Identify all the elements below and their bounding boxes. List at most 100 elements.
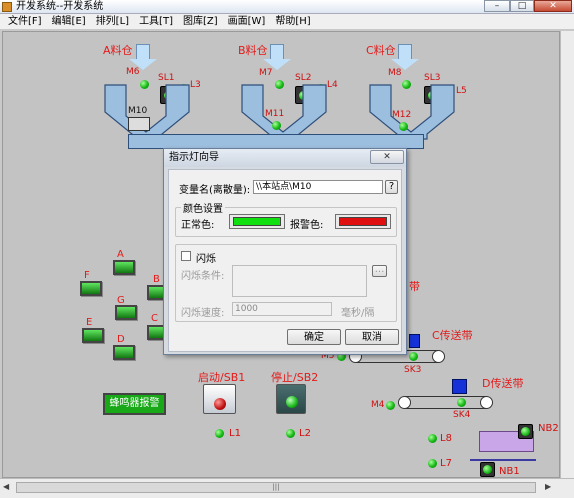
menu-bar: 文件[F] 编辑[E] 排列[L] 工具[T] 图库[Z] 画面[W] 帮助[H… <box>0 14 574 30</box>
lamp-a-label: A <box>117 249 124 260</box>
lamp-b-label: B <box>153 274 160 285</box>
stop-label: 停止/SB2 <box>271 371 319 384</box>
belt-d-top <box>405 396 487 397</box>
silo-a-lamp: L3 <box>190 80 201 90</box>
start-label: 启动/SB1 <box>198 371 246 384</box>
menu-screen[interactable]: 画面[W] <box>223 14 271 30</box>
blink-cond-input[interactable] <box>232 265 367 297</box>
silo-b-arrow-icon <box>270 44 284 60</box>
start-button[interactable] <box>203 384 236 414</box>
silo-c-sensor-label: SL3 <box>424 73 441 83</box>
minimize-button[interactable]: – <box>484 0 510 12</box>
lamp-f-label: F <box>84 270 90 281</box>
sk4-label: SK4 <box>453 410 471 420</box>
cancel-button[interactable]: 取消 <box>345 329 399 345</box>
dialog-close-button[interactable]: ✕ <box>370 150 404 164</box>
indicator-wizard-dialog: 指示灯向导 ✕ 变量名(离散量): \\本站点\M10 ? 颜色设置 正常色: … <box>163 148 407 355</box>
belt-d-item <box>452 379 467 394</box>
menu-gallery[interactable]: 图库[Z] <box>178 14 223 30</box>
blink-unit-label: 毫秒/隔 <box>341 308 375 319</box>
silo-b-lamp: L4 <box>327 80 338 90</box>
close-button[interactable]: ✕ <box>534 0 572 12</box>
sk4-led <box>457 398 466 407</box>
belt-d-motor-led <box>386 401 395 410</box>
silo-a-inner-motor: M10 <box>128 106 148 116</box>
silo-c-label: C料仓 <box>366 44 396 57</box>
scroll-left-icon[interactable]: ◀ <box>3 482 9 491</box>
collector-conveyor <box>128 134 424 149</box>
l8-led <box>428 434 437 443</box>
l7-label: L7 <box>440 458 452 469</box>
maximize-button[interactable]: □ <box>510 0 534 12</box>
stop-lamp: L2 <box>299 428 311 439</box>
stop-lamp-led <box>286 429 295 438</box>
normal-color-button[interactable] <box>229 214 285 229</box>
scroll-thumb[interactable]: ||| <box>16 482 536 493</box>
l8-label: L8 <box>440 433 452 444</box>
belt-c-item <box>409 334 420 348</box>
var-browse-button[interactable]: ? <box>385 180 398 194</box>
belt-c-bottom <box>356 362 439 363</box>
belt-d-bottom <box>405 408 487 409</box>
silo-a-label: A料仓 <box>103 44 133 57</box>
horizontal-scrollbar[interactable]: ◀ ||| ▶ <box>0 478 574 498</box>
color-group-label: 颜色设置 <box>181 200 225 215</box>
alarm-color-button[interactable] <box>335 214 391 229</box>
silo-c-hopper <box>369 84 455 140</box>
blink-checkbox[interactable] <box>181 251 191 261</box>
silo-c-inner-led <box>399 122 408 131</box>
sk3-led <box>409 352 418 361</box>
lamp-g[interactable] <box>115 305 137 320</box>
nb1-sensor[interactable] <box>480 462 495 477</box>
silo-b-sensor-label: SL2 <box>295 73 312 83</box>
blink-label: 闪烁 <box>196 254 216 265</box>
alarm-color-swatch <box>339 217 387 226</box>
blink-speed-input[interactable]: 1000 <box>232 302 332 316</box>
scroll-right-icon[interactable]: ▶ <box>545 482 551 491</box>
stop-button[interactable] <box>276 384 306 414</box>
menu-edit[interactable]: 编辑[E] <box>47 14 91 30</box>
lamp-c-label: C <box>151 313 158 324</box>
stop-button-knob-icon <box>286 396 298 408</box>
menu-arrange[interactable]: 排列[L] <box>91 14 134 30</box>
var-name-input[interactable]: \\本站点\M10 <box>253 180 383 194</box>
silo-c-motor: M8 <box>388 68 402 78</box>
belt-b-label: 带 <box>409 280 420 293</box>
start-lamp-led <box>215 429 224 438</box>
belt-c-label: C传送带 <box>432 329 473 342</box>
alarm-color-label: 报警色: <box>290 220 324 231</box>
vertical-scrollbar[interactable] <box>560 31 574 478</box>
normal-color-swatch <box>233 217 281 226</box>
dialog-body: 变量名(离散量): \\本站点\M10 ? 颜色设置 正常色: 报警色: 闪烁 … <box>168 169 402 352</box>
silo-a-arrow-icon <box>136 44 150 60</box>
window-title: 开发系统--开发系统 <box>16 1 104 12</box>
buzzer-alarm[interactable]: 蜂鸣器报警 <box>103 393 166 415</box>
lamp-d[interactable] <box>113 345 135 360</box>
silo-a-motor: M6 <box>126 67 140 77</box>
menu-tools[interactable]: 工具[T] <box>134 14 178 30</box>
normal-color-label: 正常色: <box>181 220 215 231</box>
sk3-label: SK3 <box>404 365 422 375</box>
lamp-e[interactable] <box>82 328 104 343</box>
blink-cond-label: 闪烁条件: <box>181 271 225 282</box>
silo-b-inner-led <box>272 121 281 130</box>
nb2-label: NB2 <box>538 423 559 434</box>
silo-b-motor: M7 <box>259 68 273 78</box>
menu-help[interactable]: 帮助[H] <box>270 14 315 30</box>
app-icon <box>2 2 12 12</box>
lamp-e-label: E <box>86 317 93 328</box>
blink-cond-button[interactable]: ... <box>372 265 387 277</box>
l7-led <box>428 459 437 468</box>
silo-a-inner-motor-box <box>128 117 150 131</box>
silo-a-sensor-label: SL1 <box>158 73 175 83</box>
lamp-a[interactable] <box>113 260 135 275</box>
lamp-f[interactable] <box>80 281 102 296</box>
ok-button[interactable]: 确定 <box>287 329 341 345</box>
nb2-sensor[interactable] <box>518 424 533 439</box>
menu-file[interactable]: 文件[F] <box>3 14 47 30</box>
start-button-knob-icon <box>214 398 226 410</box>
nb1-label: NB1 <box>499 466 520 477</box>
blink-speed-label: 闪烁速度: <box>181 308 225 319</box>
silo-c-inner-motor: M12 <box>392 110 412 120</box>
var-name-label: 变量名(离散量): <box>179 185 251 196</box>
